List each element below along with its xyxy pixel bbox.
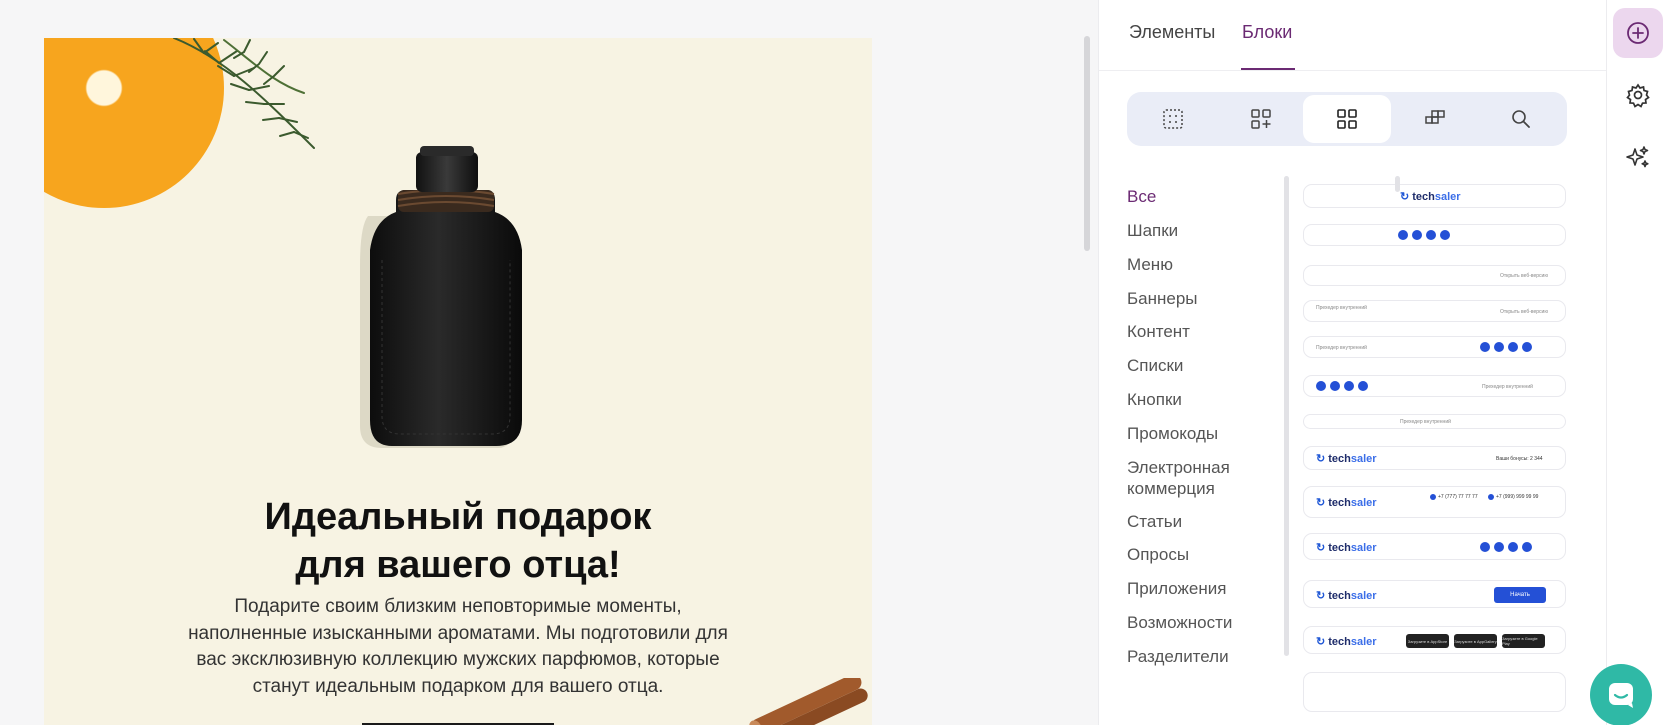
chat-icon [1609,683,1633,708]
category-ecommerce[interactable]: Электронная коммерция [1127,457,1267,499]
social-icons [1480,342,1532,352]
settings-button[interactable] [1613,70,1663,120]
block-logo: ↻ techsaler [1316,453,1377,465]
block-thumbnails: ↻ techsaler Открыть веб-версию Прехедер в… [1295,176,1595,725]
preheader-text: Прехедер внутренний [1482,384,1533,390]
category-articles[interactable]: Статьи [1127,511,1182,532]
plus-circle-icon [1627,22,1649,44]
block-logo: ↻ techsaler [1316,590,1377,602]
social-icons [1316,381,1368,391]
segment-search[interactable] [1477,95,1565,143]
headline-line-1: Идеальный подарок [264,496,652,538]
segment-empty-grid[interactable] [1129,95,1217,143]
pine-branch-image [173,38,315,149]
googleplay-badge: Загрузите в Google Play [1502,634,1545,648]
ai-assistant-button[interactable] [1613,132,1663,182]
tab-blocks[interactable]: Блоки [1242,22,1292,43]
block-logo-stores[interactable]: ↻ techsaler Загрузите в AppStore Загрузит… [1303,626,1566,654]
panel-tabs: Элементы Блоки [1099,0,1607,71]
block-logo-button[interactable]: ↻ techsaler Начать [1303,580,1566,608]
bonus-text: Ваши бонусы: 2 344 [1496,456,1543,462]
preheader-text: Прехедер внутренний [1316,305,1367,311]
social-icons [1480,542,1532,552]
social-icons [1398,230,1450,240]
blocks-scrollbar[interactable] [1395,176,1400,192]
category-polls[interactable]: Опросы [1127,544,1189,565]
gear-icon [1626,83,1650,108]
block-logo-bonus[interactable]: ↻ techsaler Ваши бонусы: 2 344 [1303,446,1566,470]
headline-line-2: для вашего отца! [295,544,621,586]
preheader-text: Прехедер внутренний [1400,419,1451,425]
segment-saved-blocks[interactable] [1391,95,1479,143]
segment-add-grid[interactable] [1217,95,1305,143]
right-rail [1606,0,1668,725]
block-logo: ↻ techsaler [1316,542,1377,554]
block-web-version[interactable]: Открыть веб-версию [1303,265,1566,286]
category-banners[interactable]: Баннеры [1127,288,1198,309]
canvas-scrollbar[interactable] [1084,36,1090,251]
web-version-link: Открыть веб-версию [1500,273,1549,279]
block-preheader-web[interactable]: Прехедер внутренний Открыть веб-версию [1303,300,1566,322]
add-content-button[interactable] [1613,8,1663,58]
grid-dotted-icon [1163,109,1183,129]
add-grid-icon [1251,109,1271,129]
active-tab-indicator [1241,68,1295,70]
web-version-link: Открыть веб-версию [1500,309,1549,315]
search-icon [1512,110,1530,128]
email-preview[interactable]: Идеальный подарок для вашего отца! Подар… [44,38,872,725]
editor-canvas: Идеальный подарок для вашего отца! Подар… [0,0,1098,725]
appgallery-badge: Загрузите в AppGallery [1454,634,1497,648]
category-menu[interactable]: Меню [1127,254,1173,275]
category-all[interactable]: Все [1127,186,1156,207]
start-button-preview: Начать [1494,587,1546,603]
block-preheader-center[interactable]: Прехедер внутренний [1303,414,1566,429]
category-features[interactable]: Возможности [1127,612,1232,633]
category-headers[interactable]: Шапки [1127,220,1178,241]
category-buttons[interactable]: Кнопки [1127,389,1182,410]
phone-1: +7 (777) 77 77 77 [1430,494,1482,500]
category-promocodes[interactable]: Промокоды [1127,423,1218,444]
category-dividers[interactable]: Разделители [1127,646,1229,667]
category-apps[interactable]: Приложения [1127,578,1226,599]
saved-blocks-icon [1425,110,1445,124]
block-logo: ↻ techsaler [1316,636,1377,648]
category-list: Все Шапки Меню Баннеры Контент Списки Кн… [1099,176,1279,725]
phone-2: +7 (999) 999 99 99 [1488,494,1540,500]
email-body-text[interactable]: Подарите своим близким неповторимые моме… [184,594,732,700]
block-social-preheader[interactable]: Прехедер внутренний [1303,375,1566,397]
block-social-center[interactable] [1303,224,1566,246]
block-logo: ↻ techsaler [1400,191,1461,203]
block-logo: ↻ techsaler [1316,497,1377,509]
category-lists[interactable]: Списки [1127,355,1183,376]
sparkles-icon [1626,146,1649,168]
email-headline[interactable]: Идеальный подарок для вашего отца! [44,493,872,589]
category-scrollbar[interactable] [1284,176,1289,656]
support-chat-button[interactable] [1590,664,1652,725]
category-content[interactable]: Контент [1127,321,1190,342]
perfume-bottle-image [360,146,522,448]
segment-all-blocks[interactable] [1303,95,1391,143]
block-logo-social[interactable]: ↻ techsaler [1303,533,1566,560]
block-preheader-social[interactable]: Прехедер внутренний [1303,336,1566,358]
preheader-text: Прехедер внутренний [1316,345,1367,351]
cinnamon-sticks-image [749,678,868,725]
block-logo-center[interactable]: ↻ techsaler [1303,184,1566,208]
block-logo-phones[interactable]: ↻ techsaler +7 (777) 77 77 77 +7 (999) 99… [1303,486,1566,518]
block-source-switcher [1127,92,1567,146]
block-partial[interactable] [1303,672,1566,712]
grid-four-icon [1337,109,1357,129]
email-builder: Идеальный подарок для вашего отца! Подар… [0,0,1668,725]
tab-elements[interactable]: Элементы [1129,22,1215,43]
blocks-panel: Элементы Блоки Все Шапки Меню Баннеры Ко… [1098,0,1607,725]
appstore-badge: Загрузите в AppStore [1406,634,1449,648]
